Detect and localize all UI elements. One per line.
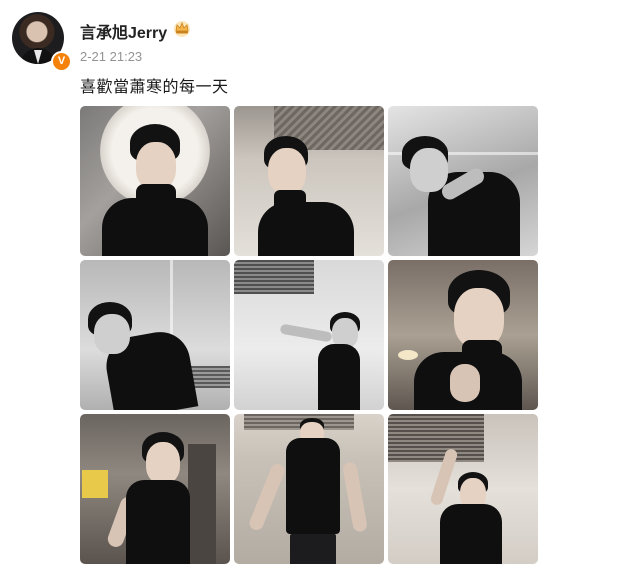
- photo-9[interactable]: [388, 414, 538, 564]
- photo-4[interactable]: [80, 260, 230, 410]
- username[interactable]: 言承旭Jerry: [80, 19, 167, 43]
- photo-8[interactable]: [234, 414, 384, 564]
- post-timestamp: 2-21 21:23: [80, 49, 143, 64]
- photo-5[interactable]: [234, 260, 384, 410]
- photo-1[interactable]: [80, 106, 230, 256]
- post-text: 喜歡當蕭寒的每一天: [80, 77, 229, 96]
- photo-3[interactable]: [388, 106, 538, 256]
- photo-7[interactable]: [80, 414, 230, 564]
- photo-grid: [80, 106, 538, 564]
- crown-icon: [174, 21, 190, 37]
- verified-badge-icon: V: [51, 51, 72, 72]
- photo-2[interactable]: [234, 106, 384, 256]
- photo-6[interactable]: [388, 260, 538, 410]
